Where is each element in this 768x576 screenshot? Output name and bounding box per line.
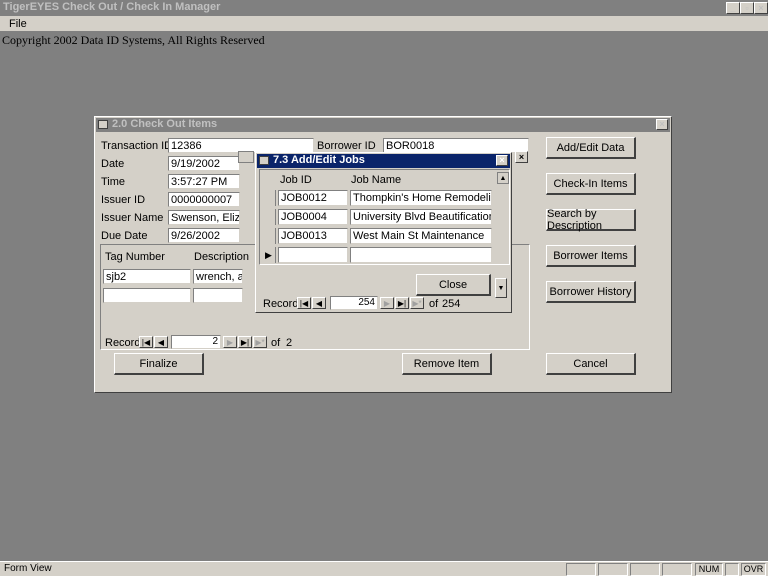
last-record-button[interactable]: ▶|	[238, 336, 252, 348]
next-record-button[interactable]: ▶	[223, 336, 237, 348]
jobs-record-label: Record:	[263, 298, 302, 310]
items-record-label: Record:	[105, 337, 144, 349]
items-record-current[interactable]: 2	[171, 335, 221, 349]
jobs-datasheet: Job ID Job Name JOB0012 Thompkin's Home …	[259, 169, 510, 265]
menu-bar: File	[0, 16, 768, 32]
jobs-title-bar: 7.3 Add/Edit Jobs ×	[257, 154, 510, 168]
issuer-id-field[interactable]: 0000000007	[168, 192, 240, 207]
close-button[interactable]: ×	[754, 2, 768, 14]
jobs-first-record-button[interactable]: |◀	[297, 297, 311, 309]
jobs-record-current[interactable]: 254	[330, 296, 378, 310]
checkout-title: 2.0 Check Out Items	[112, 118, 218, 130]
jobs-close-button[interactable]: ×	[496, 155, 508, 166]
first-record-button[interactable]: |◀	[139, 336, 153, 348]
prev-record-button[interactable]: ◀	[154, 336, 168, 348]
jobs-scrollbar-bottom[interactable]: ▼	[495, 278, 507, 298]
current-record-arrow-icon: ▶	[265, 249, 272, 260]
status-text: Form View	[4, 563, 52, 574]
jobs-record-total: 254	[442, 298, 461, 310]
job-name-header: Job Name	[351, 174, 402, 186]
checkout-title-bar: 2.0 Check Out Items ×	[96, 118, 670, 132]
row-selector[interactable]	[262, 209, 276, 225]
job-id-cell[interactable]: JOB0013	[278, 228, 348, 244]
app-title: TigerEYES Check Out / Check In Manager	[3, 1, 221, 13]
background-form-icon	[238, 151, 254, 163]
jobs-prev-record-button[interactable]: ◀	[312, 297, 326, 309]
borrower-id-field[interactable]: BOR0018	[383, 138, 529, 153]
item-tag-field-new[interactable]	[103, 288, 191, 303]
borrower-id-label: Borrower ID	[317, 140, 376, 152]
items-record-of: of	[271, 337, 281, 349]
restore-button[interactable]: ▫	[740, 2, 754, 14]
form-icon	[98, 120, 108, 129]
search-by-description-button[interactable]: Search by Description	[546, 208, 636, 232]
check-in-items-button[interactable]: Check-In Items	[546, 173, 636, 195]
remove-item-button[interactable]: Remove Item	[402, 353, 492, 375]
tag-number-header: Tag Number	[105, 251, 165, 263]
job-name-cell[interactable]: West Main St Maintenance	[350, 228, 492, 244]
due-date-field[interactable]: 9/26/2002	[168, 228, 240, 243]
job-id-cell[interactable]: JOB0004	[278, 209, 348, 225]
form-icon	[259, 156, 269, 165]
status-panel	[725, 563, 739, 576]
due-date-label: Due Date	[101, 230, 148, 242]
num-lock-indicator: NUM	[695, 563, 723, 576]
date-field[interactable]: 9/19/2002	[168, 156, 240, 171]
status-panel	[598, 563, 628, 576]
row-selector[interactable]	[262, 228, 276, 244]
job-name-new-cell[interactable]	[350, 247, 492, 263]
jobs-last-record-button[interactable]: ▶|	[395, 297, 409, 309]
status-panel	[566, 563, 596, 576]
borrower-history-button[interactable]: Borrower History	[546, 281, 636, 303]
minimize-button[interactable]: _	[726, 2, 740, 14]
issuer-id-label: Issuer ID	[101, 194, 146, 206]
checkout-close-button[interactable]: ×	[656, 119, 668, 130]
job-id-header: Job ID	[280, 174, 312, 186]
borrower-items-button[interactable]: Borrower Items	[546, 245, 636, 267]
jobs-new-record-button[interactable]: ▶*	[410, 297, 424, 309]
new-row-selector[interactable]: ▶	[262, 247, 276, 263]
jobs-record-of: of	[429, 298, 439, 310]
cancel-button[interactable]: Cancel	[546, 353, 636, 375]
job-id-cell[interactable]: JOB0012	[278, 190, 348, 206]
date-label: Date	[101, 158, 125, 170]
item-desc-field-new[interactable]	[193, 288, 243, 303]
jobs-title: 7.3 Add/Edit Jobs	[273, 154, 365, 166]
jobs-next-record-button[interactable]: ▶	[380, 297, 394, 309]
items-record-total: 2	[286, 337, 293, 349]
overtype-indicator: OVR	[741, 563, 766, 576]
time-label: Time	[101, 176, 126, 188]
jobs-scrollbar-top[interactable]: ▲	[497, 172, 509, 184]
item-desc-field[interactable]: wrench, adjustable	[193, 269, 243, 284]
jobs-close-form-button[interactable]: Close	[416, 274, 491, 296]
new-record-button[interactable]: ▶*	[253, 336, 267, 348]
job-name-cell[interactable]: Thompkin's Home Remodeling	[350, 190, 492, 206]
status-panel	[662, 563, 692, 576]
status-bar: Form View NUM OVR	[0, 561, 768, 576]
job-name-cell[interactable]: University Blvd Beautification	[350, 209, 492, 225]
row-selector[interactable]	[262, 190, 276, 206]
issuer-name-label: Issuer Name	[101, 212, 164, 224]
menu-file[interactable]: File	[9, 18, 27, 30]
job-id-new-cell[interactable]	[278, 247, 348, 263]
app-title-bar: TigerEYES Check Out / Check In Manager _…	[0, 0, 768, 16]
item-tag-field[interactable]: sjb2	[103, 269, 191, 284]
issuer-name-field[interactable]: Swenson, Elizabeth	[168, 210, 240, 225]
time-field[interactable]: 3:57:27 PM	[168, 174, 240, 189]
add-edit-data-button[interactable]: Add/Edit Data	[546, 137, 636, 159]
copyright-text: Copyright 2002 Data ID Systems, All Righ…	[2, 33, 265, 47]
finalize-button[interactable]: Finalize	[114, 353, 204, 375]
transaction-id-label: Transaction ID	[101, 140, 173, 152]
status-panel	[630, 563, 660, 576]
background-form-close-button[interactable]: ×	[515, 151, 528, 163]
description-header: Description	[194, 251, 250, 263]
jobs-window: 7.3 Add/Edit Jobs × Job ID Job Name JOB0…	[255, 152, 512, 313]
